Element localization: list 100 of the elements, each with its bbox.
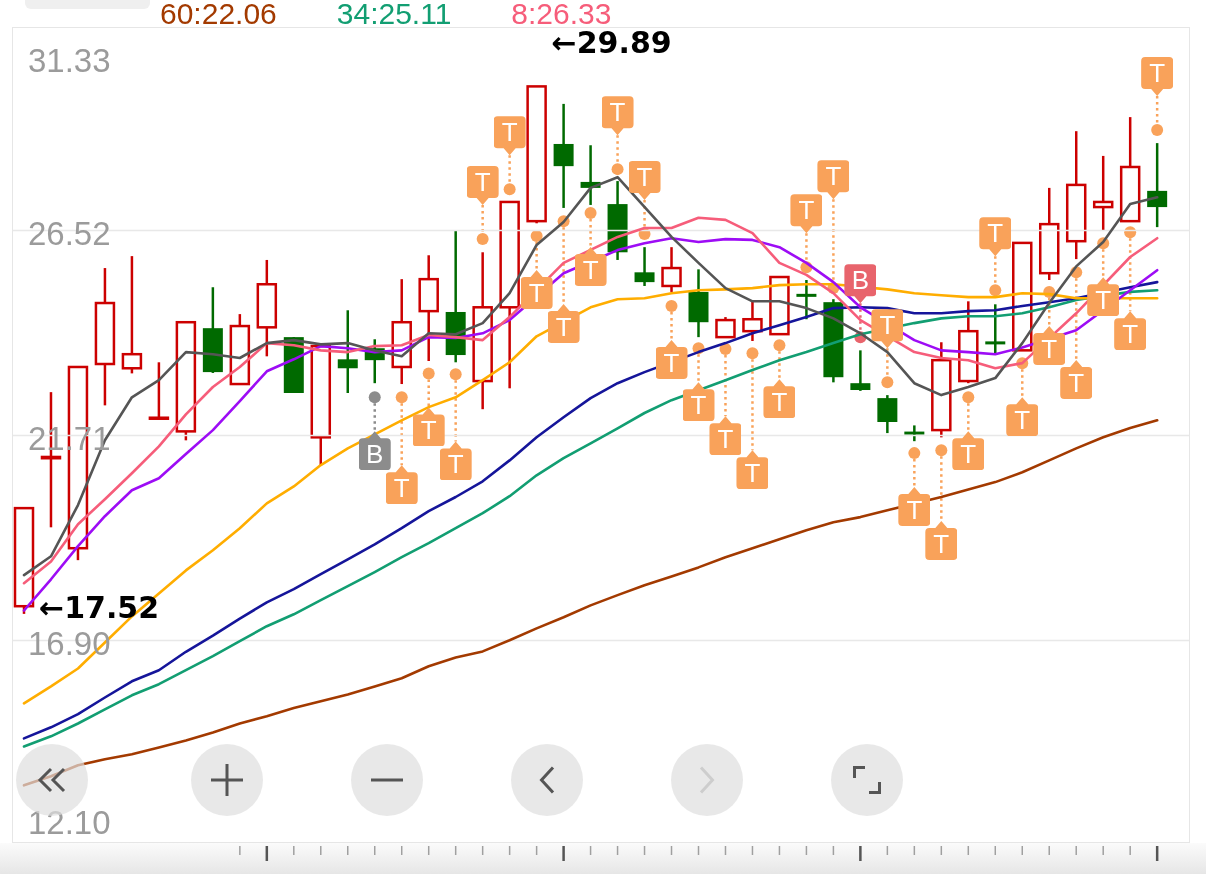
leader-line [994,256,997,285]
legend-value: 34:25.11 [336,0,452,27]
legend-value: 60:22.06 [160,0,277,27]
candlestick [742,301,763,341]
candlestick [661,247,682,292]
trade-dot-icon [881,376,894,389]
trade-dot-icon [1151,123,1164,136]
leader-line [1048,297,1051,326]
trade-badge: T [925,521,958,561]
trade-badge: T [628,160,661,200]
trade-badge: T [952,431,985,471]
trade-dot-icon [719,343,732,356]
trade-dot-icon [557,215,570,228]
candlestick [688,269,709,338]
chevron-left-icon [539,766,555,794]
leader-line [697,354,700,383]
trade-dot-icon [584,207,597,220]
trade-dot-icon [503,183,516,196]
candlestick [148,362,170,420]
trade-dot-icon [665,300,678,312]
leader-line [616,135,619,164]
trade-badge: B [358,431,391,471]
candlestick [796,280,817,320]
leader-line [778,351,781,380]
trade-badge: T [439,441,472,481]
leader-line [886,348,889,377]
trade-badge: T [1060,359,1093,399]
candlestick [904,425,925,442]
trade-badge: B [844,264,877,304]
leader-line [373,403,376,432]
trade-dot-icon [449,368,462,381]
trade-badge: T [655,340,688,379]
trade-dot-icon [962,391,975,404]
leader-line [508,155,511,184]
leader-line [967,403,970,432]
leader-line [940,456,943,522]
trade-badge: T [736,450,769,490]
trade-badge: T [520,270,553,310]
trade-dot-icon [989,284,1002,297]
trade-dot-icon [1097,237,1110,250]
trade-badge: T [385,465,418,505]
trade-badge: T [601,96,634,136]
candlestick [769,275,790,336]
trade-badge: T [1033,325,1066,365]
trade-badge: T [493,116,526,156]
trade-badge: T [1114,311,1147,351]
trade-dot-icon [746,347,759,360]
trade-dot-icon [800,261,813,274]
trade-badge: T [574,247,607,287]
leader-line [643,199,646,228]
candlestick [580,145,601,205]
leader-line [481,205,484,234]
leader-line [400,403,403,466]
trade-badge: T [817,160,850,200]
trade-badge: T [709,416,742,456]
leader-line [859,303,862,332]
trade-badge: T [1141,56,1174,96]
leader-line [535,242,538,271]
trade-dot-icon [773,339,786,352]
leader-line [670,312,673,340]
candlestick [715,317,736,339]
trade-dot-icon [530,230,543,243]
trade-badge: T [898,487,931,527]
trade-badge: T [412,407,445,447]
candlestick [850,350,871,391]
trade-badge: T [871,309,904,349]
trade-dot-icon [1124,226,1137,239]
trade-dot-icon [476,233,489,246]
minus-icon [371,778,403,782]
leader-line [913,459,916,488]
y-axis-label: 31.33 [28,43,111,77]
candlestick [634,247,655,286]
leader-line [1155,95,1159,124]
trade-badge: T [763,379,796,419]
trade-badge: T [1087,277,1120,317]
candlestick [229,314,251,386]
trade-dot-icon [395,391,408,404]
candlestick [985,304,1006,355]
leader-line [589,219,592,248]
leader-line [724,355,727,417]
chevron-right-icon [699,766,715,794]
candlestick [364,339,385,384]
candlestick [877,395,898,434]
legend-value: 8:26.33 [511,0,612,27]
trade-badge: T [790,194,823,234]
double-chevron-left-icon [37,767,67,793]
trade-dot-icon [1070,266,1083,279]
trade-dot-icon [908,447,921,460]
trade-dot-icon [1016,357,1029,370]
trade-badge: T [466,166,499,206]
leader-line [1101,249,1105,278]
price-annotation: ←29.89 [551,28,672,59]
trade-badge: T [682,382,715,422]
trade-dot-icon [638,227,651,240]
leader-line [1021,369,1024,398]
y-axis-label: 12.10 [28,805,111,839]
leader-line [454,380,457,442]
trade-dot-icon [692,342,705,355]
trade-dot-icon [611,163,624,176]
trade-dot-icon [1043,285,1056,298]
